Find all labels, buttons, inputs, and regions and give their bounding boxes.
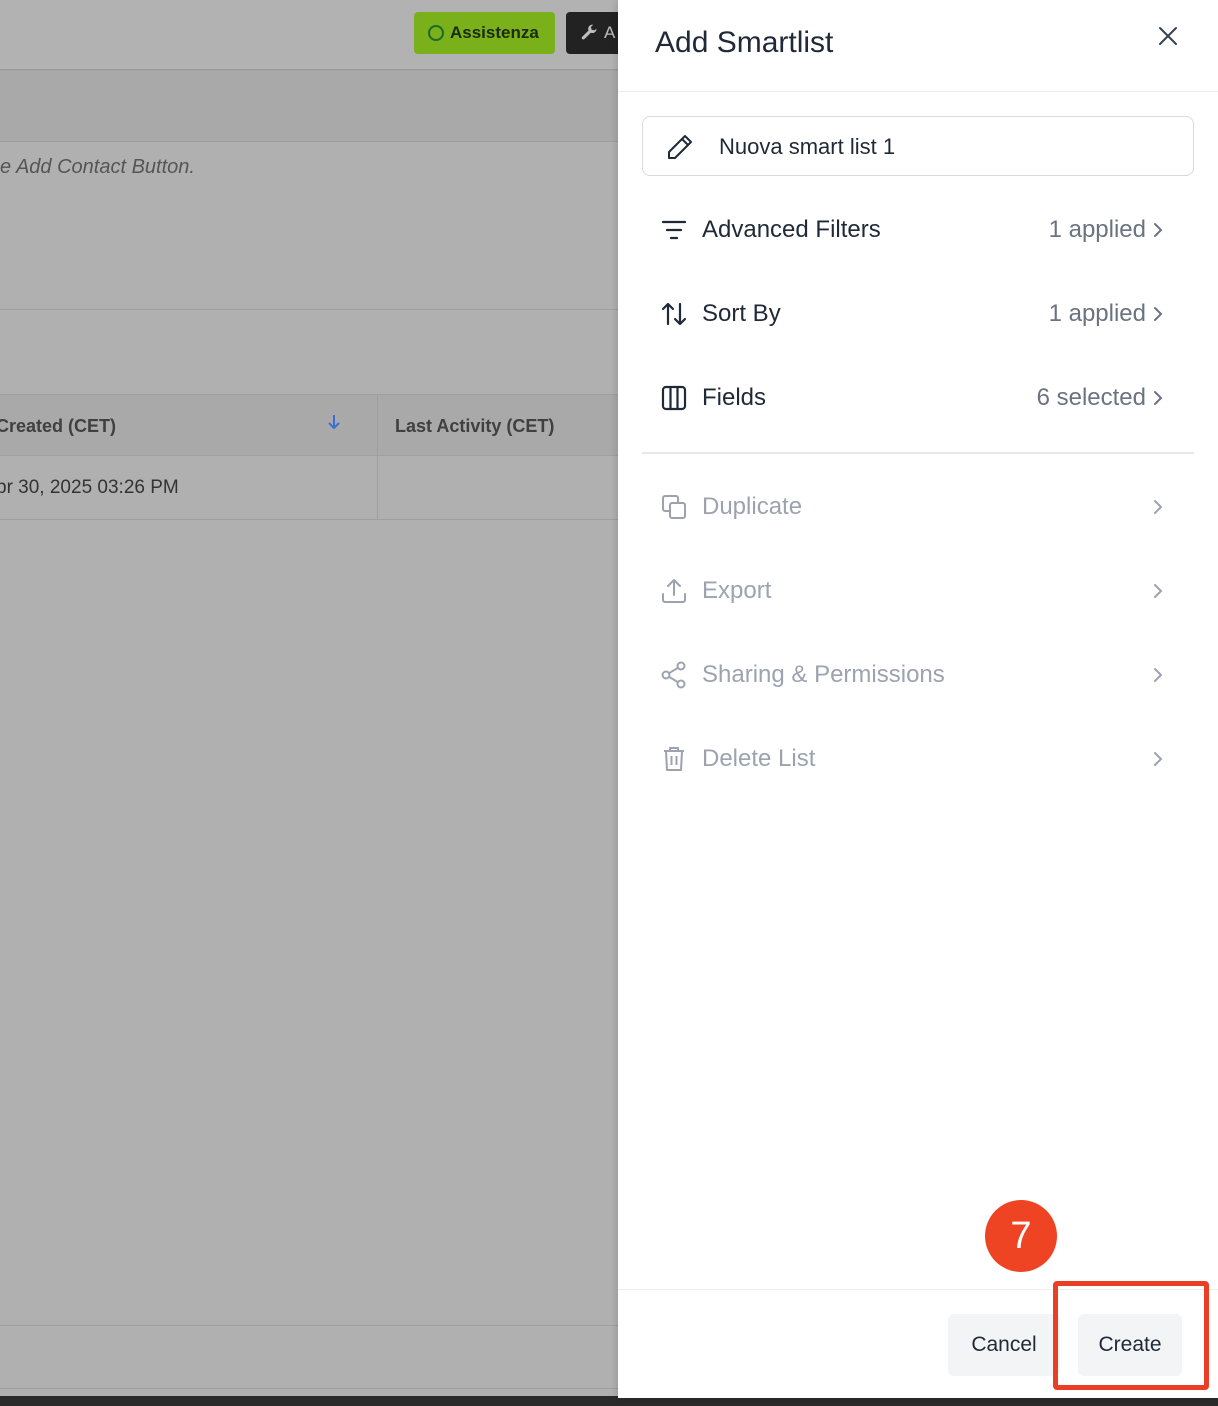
menu-item-advanced-filters[interactable]: Advanced Filters 1 applied (642, 195, 1194, 265)
add-smartlist-drawer: Add Smartlist Advanced Filters 1 applied… (618, 0, 1218, 1398)
menu-item-label: Fields (702, 384, 767, 411)
assistance-button[interactable]: Assistenza (414, 12, 555, 54)
smartlist-name-input[interactable] (719, 127, 1179, 167)
chevron-right-icon (1146, 218, 1170, 242)
table-header: Created (CET) Last Activity (CET) (0, 394, 620, 456)
menu-item-label: Delete List (702, 745, 816, 772)
sub-toolbar (0, 71, 620, 142)
share-icon (660, 661, 688, 689)
top-bar: Assistenza A (0, 0, 620, 70)
menu-item-label: Duplicate (702, 493, 803, 520)
menu-item-label: Advanced Filters (702, 216, 881, 243)
whatsapp-icon (428, 25, 444, 41)
tools-label: A (604, 23, 616, 42)
chevron-right-icon (1146, 663, 1170, 687)
menu-item-sort-by[interactable]: Sort By 1 applied (642, 279, 1194, 349)
section-divider (642, 452, 1194, 454)
assistance-label: Assistenza (450, 23, 539, 42)
chevron-right-icon (1146, 302, 1170, 326)
trash-icon (660, 745, 688, 773)
sort-down-arrow-icon[interactable] (326, 413, 342, 431)
menu-item-label: Sharing & Permissions (702, 661, 945, 688)
step-number-badge: 7 (985, 1200, 1057, 1272)
filter-icon (660, 216, 688, 244)
menu-item-sharing-permissions[interactable]: Sharing & Permissions (642, 640, 1194, 710)
chevron-right-icon (1146, 495, 1170, 519)
column-header-created[interactable]: Created (CET) (0, 395, 116, 457)
menu-item-value: 1 applied (1048, 300, 1146, 327)
close-button[interactable] (1154, 22, 1182, 50)
column-header-last-activity[interactable]: Last Activity (CET) (395, 395, 554, 457)
divider (0, 309, 620, 310)
chevron-right-icon (1146, 386, 1170, 410)
tools-button[interactable]: A (566, 12, 620, 54)
chevron-right-icon (1146, 579, 1170, 603)
menu-item-duplicate[interactable]: Duplicate (642, 472, 1194, 542)
drawer-header: Add Smartlist (618, 0, 1218, 92)
close-icon (1159, 27, 1177, 45)
chevron-right-icon (1146, 747, 1170, 771)
menu-item-label: Sort By (702, 300, 781, 327)
pencil-icon (668, 135, 692, 159)
smartlist-name-field[interactable] (642, 116, 1194, 176)
table-row[interactable]: pr 30, 2025 03:26 PM (0, 456, 620, 520)
menu-item-value: 1 applied (1048, 216, 1146, 243)
table-cell-created: pr 30, 2025 03:26 PM (0, 477, 179, 498)
background-app: Assistenza A e Add Contact Button. Creat… (0, 0, 620, 1406)
menu-item-fields[interactable]: Fields 6 selected (642, 363, 1194, 433)
menu-item-value: 6 selected (1036, 384, 1146, 411)
wrench-icon (581, 24, 597, 40)
divider (0, 1325, 620, 1326)
columns-icon (660, 384, 688, 412)
empty-hint-text: e Add Contact Button. (0, 156, 195, 178)
menu-item-delete-list[interactable]: Delete List (642, 724, 1194, 794)
divider (0, 1388, 620, 1389)
highlight-frame (1053, 1281, 1209, 1390)
menu-item-export[interactable]: Export (642, 556, 1194, 626)
sort-icon (660, 300, 688, 328)
menu-item-label: Export (702, 577, 772, 604)
export-icon (660, 577, 688, 605)
cancel-button[interactable]: Cancel (948, 1314, 1060, 1376)
drawer-title: Add Smartlist (655, 26, 834, 59)
duplicate-icon (660, 493, 688, 521)
